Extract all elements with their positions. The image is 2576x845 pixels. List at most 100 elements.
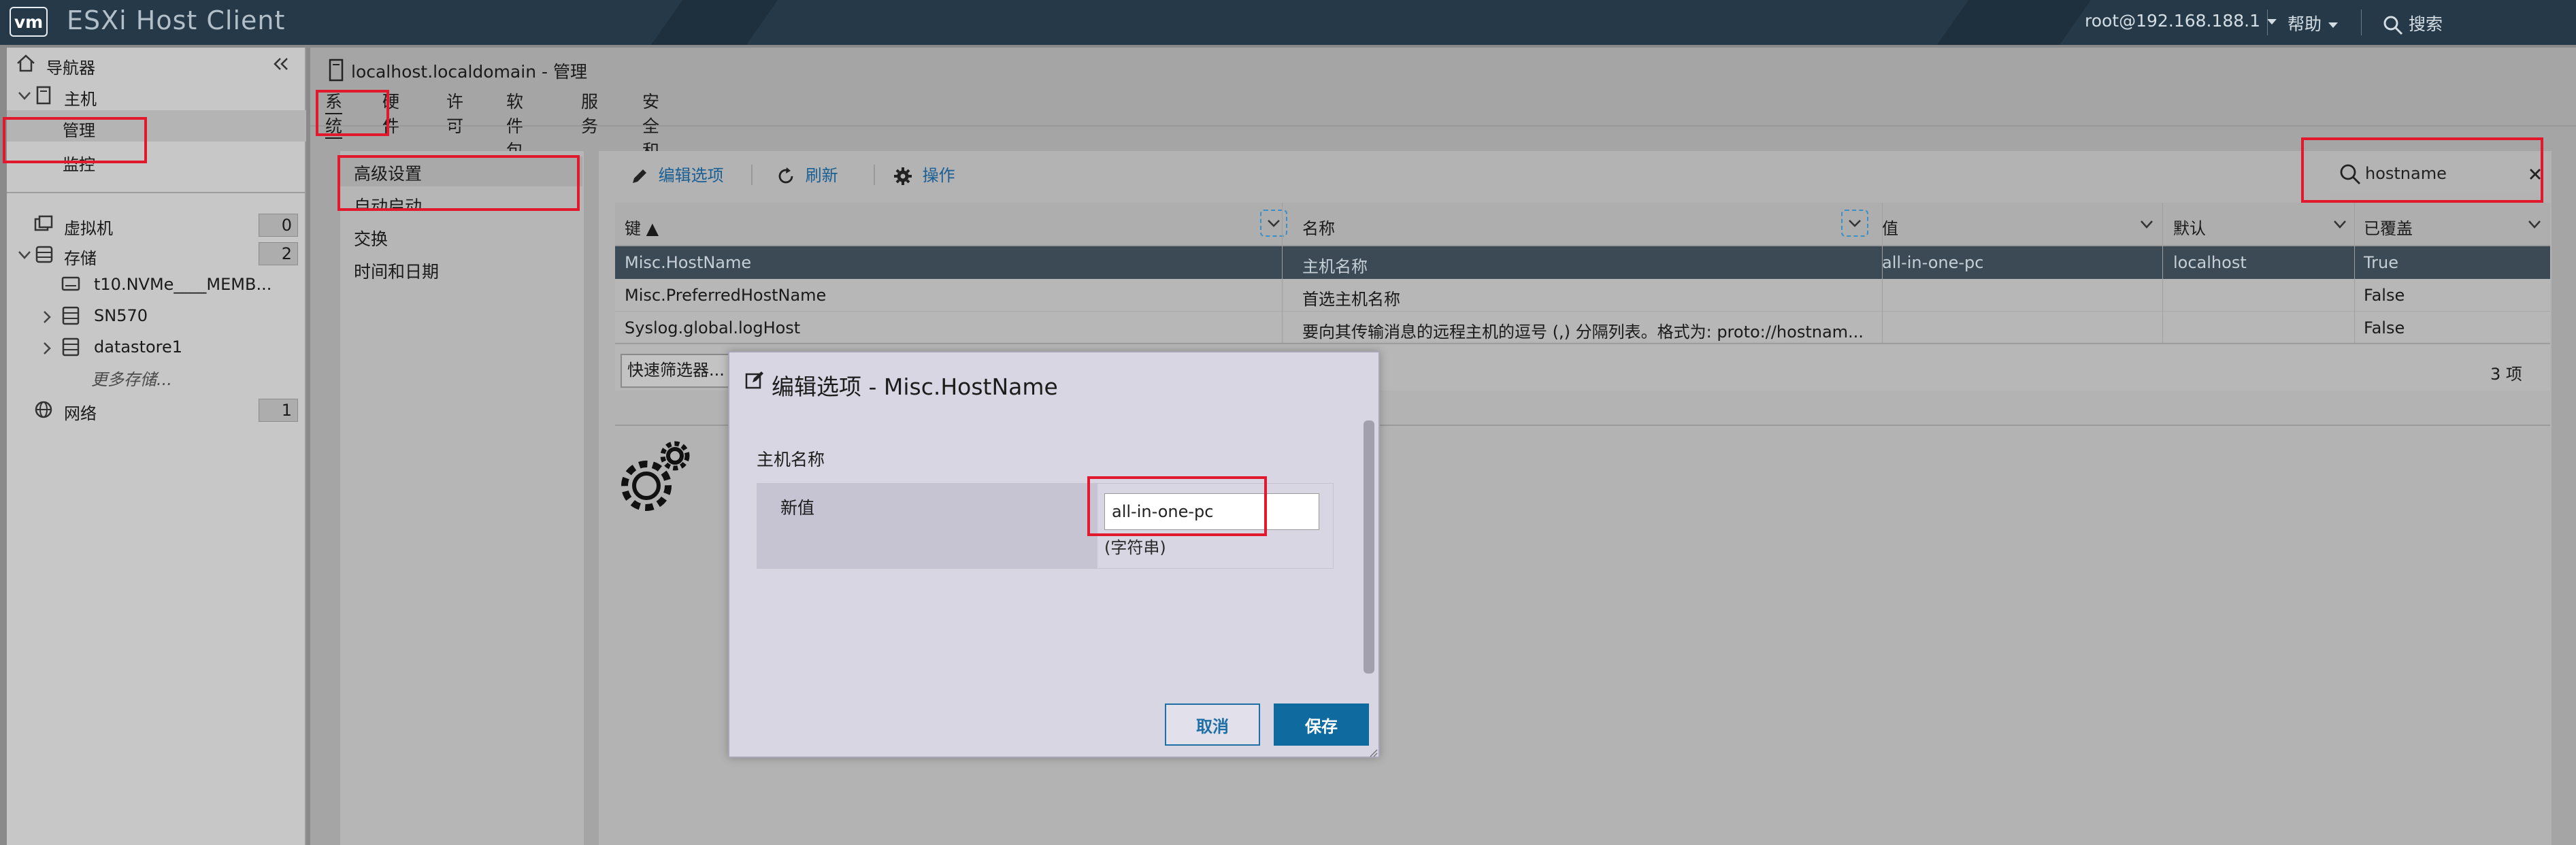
column-default[interactable]: 默认 — [2173, 215, 2206, 239]
cell-name: 主机名称 — [1302, 257, 1368, 276]
nav-host[interactable]: 主机 — [7, 79, 306, 110]
datastore-icon — [62, 337, 80, 357]
divider — [874, 165, 875, 185]
server-icon — [329, 59, 344, 82]
refresh-button[interactable]: 刷新 — [776, 162, 838, 186]
nav-network[interactable]: 网络 1 — [7, 393, 306, 425]
dialog-title: 编辑选项 - Misc.HostName — [772, 374, 1058, 400]
navigator-panel: 导航器 主机 管理 监控 虚拟机 0 存储 2 t10.NVMe____MEMB… — [7, 48, 306, 845]
menu-time-date[interactable]: 时间和日期 — [354, 259, 439, 283]
column-filter-icon[interactable] — [1260, 210, 1287, 237]
chevron-down-icon[interactable] — [2527, 219, 2542, 230]
network-count-badge: 1 — [259, 399, 298, 422]
item-count: 3 项 — [2490, 365, 2522, 384]
nav-vms-label: 虚拟机 — [64, 219, 113, 238]
divider — [2267, 10, 2268, 35]
disk-icon — [61, 276, 80, 291]
chevron-right-icon[interactable] — [42, 310, 52, 324]
column-key[interactable]: 键 ▲ — [625, 215, 659, 239]
settings-menu — [340, 151, 584, 845]
gear-icon — [894, 167, 912, 185]
nav-storage-item[interactable]: t10.NVMe____MEMB... — [7, 268, 306, 299]
column-name[interactable]: 名称 — [1302, 215, 1335, 239]
nav-storage-item[interactable]: SN570 — [7, 299, 306, 331]
divider — [310, 125, 2576, 127]
column-divider — [1282, 203, 1283, 343]
app-title: ESXi Host Client — [67, 5, 286, 35]
actions-button[interactable]: 操作 — [893, 162, 955, 186]
resize-handle-icon[interactable] — [1369, 748, 1378, 758]
refresh-icon — [778, 167, 793, 184]
chevron-right-icon[interactable] — [42, 342, 52, 355]
tab-license[interactable]: 许可 — [446, 88, 463, 137]
column-overridden[interactable]: 已覆盖 — [2364, 215, 2413, 239]
cell-overridden: False — [2364, 318, 2405, 337]
table-row[interactable]: Syslog.global.logHost 要向其传输消息的远程主机的逗号 (,… — [615, 312, 2550, 344]
nav-network-label: 网络 — [64, 404, 97, 423]
globe-icon — [35, 401, 52, 418]
column-filter-icon[interactable] — [1841, 210, 1868, 237]
top-bar: vm ESXi Host Client root@192.168.188.1 帮… — [0, 0, 2576, 45]
search-label: 搜索 — [2409, 14, 2443, 34]
column-divider — [1882, 203, 1883, 343]
nav-storage-item-label: t10.NVMe____MEMB... — [94, 275, 272, 294]
cell-name: 首选主机名称 — [1302, 290, 1400, 309]
cell-overridden: True — [2364, 253, 2398, 272]
divider — [2361, 10, 2362, 35]
cell-name: 要向其传输消息的远程主机的逗号 (,) 分隔列表。格式为: proto://ho… — [1302, 322, 1864, 342]
cell-value: all-in-one-pc — [1882, 253, 1984, 272]
chevron-down-icon[interactable] — [2139, 219, 2154, 230]
highlight-box — [2301, 137, 2543, 203]
field-label-cell: 新值 — [757, 484, 1097, 568]
datastore-icon — [62, 306, 80, 325]
edit-option-dialog: 编辑选项 - Misc.HostName 主机名称 新值 (字符串) 取消 保存 — [728, 351, 1380, 758]
storage-count-badge: 2 — [259, 242, 298, 265]
nav-vms[interactable]: 虚拟机 0 — [7, 208, 306, 239]
vm-logo[interactable]: vm — [10, 7, 48, 37]
nav-storage[interactable]: 存储 2 — [7, 238, 306, 269]
column-divider — [2354, 203, 2355, 343]
toolbar: 编辑选项 刷新 操作 — [615, 152, 2550, 203]
nav-storage-label: 存储 — [64, 249, 97, 268]
topbar-decoration — [650, 0, 778, 45]
highlight-box — [337, 155, 580, 211]
refresh-label: 刷新 — [805, 166, 838, 185]
cancel-button[interactable]: 取消 — [1165, 703, 1260, 746]
dialog-scrollbar[interactable] — [1364, 420, 1374, 674]
chevron-down-icon — [2328, 22, 2339, 28]
edit-options-button[interactable]: 编辑选项 — [630, 162, 724, 186]
save-button[interactable]: 保存 — [1274, 703, 1369, 746]
highlight-box — [1087, 476, 1267, 536]
help-label: 帮助 — [2288, 14, 2322, 34]
quick-filter-button[interactable]: 快速筛选器... — [621, 354, 729, 388]
nav-storage-item[interactable]: datastore1 — [7, 331, 306, 362]
settings-gears-icon — [621, 441, 690, 511]
pencil-icon — [633, 169, 646, 183]
column-value[interactable]: 值 — [1882, 215, 1898, 239]
collapse-icon[interactable] — [272, 57, 290, 71]
cell-overridden: False — [2364, 286, 2405, 305]
edit-icon — [745, 371, 763, 389]
column-divider — [2162, 203, 2163, 343]
table-row[interactable]: Misc.HostName 主机名称 all-in-one-pc localho… — [615, 246, 2550, 279]
chevron-down-icon[interactable] — [18, 250, 31, 260]
page-title: localhost.localdomain - 管理 — [351, 62, 587, 82]
help-menu[interactable]: 帮助 — [2288, 11, 2339, 35]
cell-key: Misc.HostName — [625, 253, 752, 272]
nav-more-storage[interactable]: 更多存储... — [7, 359, 306, 391]
global-search[interactable]: 搜索 — [2383, 11, 2443, 35]
tab-services[interactable]: 服务 — [581, 88, 598, 137]
grid-header: 键 ▲ 名称 值 默认 已覆盖 — [615, 203, 2550, 246]
cell-key: Syslog.global.logHost — [625, 318, 801, 337]
nav-host-label: 主机 — [64, 90, 97, 109]
navigator-header: 导航器 — [7, 48, 306, 79]
chevron-down-icon — [2267, 19, 2277, 24]
highlight-box — [316, 90, 389, 136]
edit-options-label: 编辑选项 — [658, 166, 724, 185]
navigator-title: 导航器 — [46, 59, 95, 78]
user-menu[interactable]: root@192.168.188.1 — [2085, 11, 2277, 31]
chevron-down-icon[interactable] — [18, 91, 31, 101]
table-row[interactable]: Misc.PreferredHostName 首选主机名称 False — [615, 279, 2550, 312]
chevron-down-icon[interactable] — [2332, 219, 2347, 230]
menu-swap[interactable]: 交换 — [354, 226, 388, 250]
